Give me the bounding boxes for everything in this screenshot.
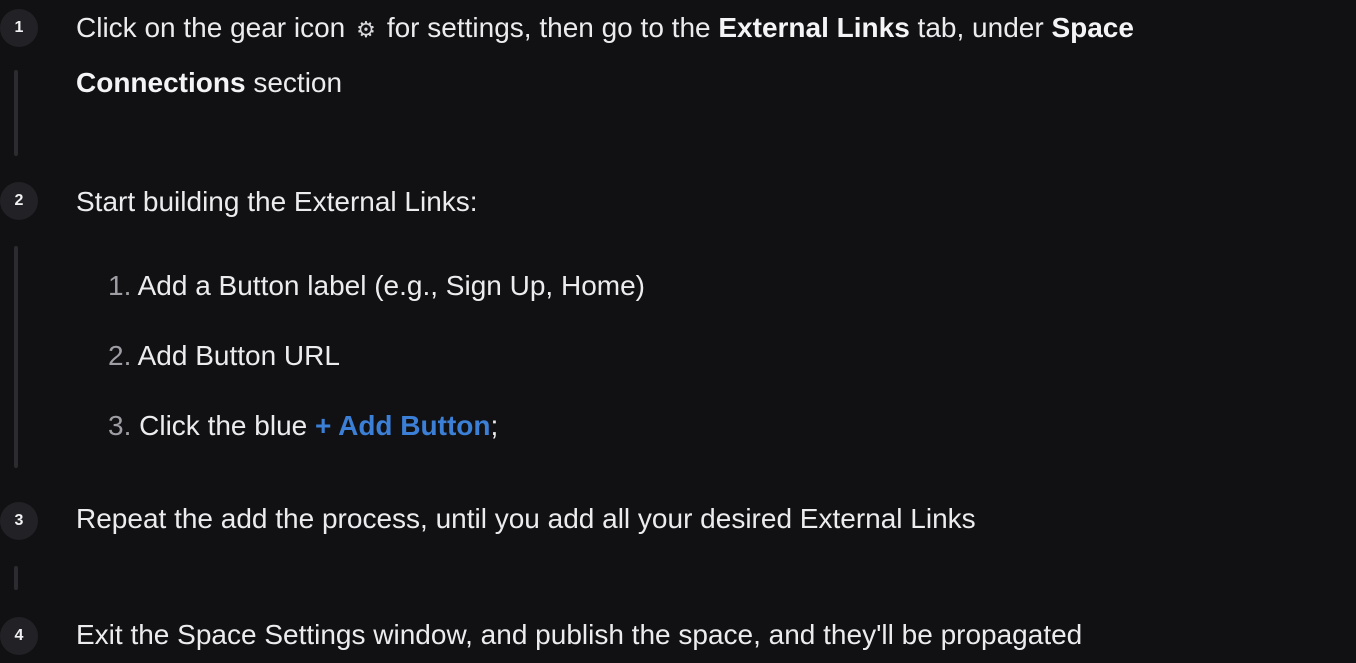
step-connector [14,566,18,590]
add-button-highlight: + Add Button [315,410,491,441]
step-number-badge: 3 [0,502,38,540]
step-text: for settings, then go to the [379,12,719,43]
connections-emphasis: Connections [76,67,246,98]
step-3-line: Repeat the add the process, until you ad… [76,503,976,534]
step-2-line: Start building the External Links: [76,186,478,217]
substep-text: Add a Button label (e.g., Sign Up, Home) [131,270,645,301]
step-number-badge: 2 [0,182,38,220]
substep-text: Add Button URL [131,340,340,371]
external-links-emphasis: External Links [718,12,910,43]
gear-icon: ⚙ [356,18,376,43]
step-4-line: Exit the Space Settings window, and publ… [76,619,1083,650]
step-number-badge: 4 [0,617,38,655]
substep-1: 1. Add a Button label (e.g., Sign Up, Ho… [108,258,645,314]
step-connector [14,70,18,156]
substep-number: 2. [108,340,132,371]
step-1-line-2: Connections section [76,55,342,111]
step-number-badge: 1 [0,9,38,47]
substep-2: 2. Add Button URL [108,328,340,384]
step-1-line-1: Click on the gear icon ⚙ for settings, t… [76,0,1134,59]
space-emphasis: Space [1051,12,1134,43]
substep-3: 3. Click the blue + Add Button; [108,398,498,454]
step-connector [14,246,18,468]
substep-text: ; [490,410,499,441]
step-text: tab, under [909,12,1052,43]
substep-number: 3. [108,410,132,441]
substep-number: 1. [108,270,132,301]
step-text: Click on the gear icon [76,12,354,43]
step-text: section [245,67,343,98]
substep-text: Click the blue [131,410,315,441]
